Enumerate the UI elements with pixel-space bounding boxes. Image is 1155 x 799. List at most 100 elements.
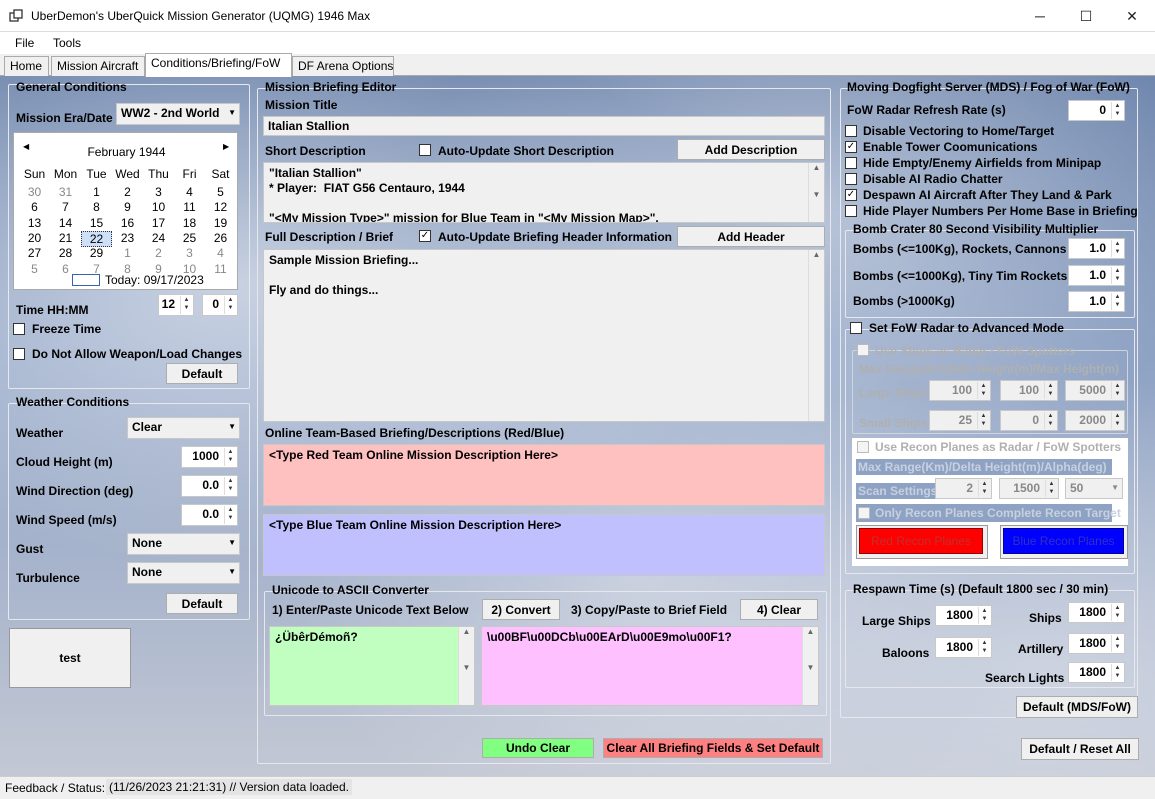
recon-radar-checkbox[interactable] xyxy=(857,441,869,453)
calendar-day[interactable]: 28 xyxy=(50,246,81,260)
full-description-scrollbar[interactable]: ▲ xyxy=(808,250,824,421)
auto-update-header-checkbox[interactable]: ✓ xyxy=(419,230,431,242)
scan-range-spinner[interactable]: 2 ▲ ▼ xyxy=(935,478,992,499)
tab-df-arena-options[interactable]: DF Arena Options xyxy=(292,56,394,76)
calendar-day[interactable]: 23 xyxy=(112,231,143,245)
spin-arrows-icon[interactable]: ▲ ▼ xyxy=(1111,382,1123,399)
maximize-button[interactable]: ☐ xyxy=(1063,0,1109,32)
scan-alpha-select[interactable]: 50 ▼ xyxy=(1065,478,1123,499)
tab-conditions-briefing-fow[interactable]: Conditions/Briefing/FoW xyxy=(145,53,292,77)
calendar-day[interactable]: 20 xyxy=(19,231,50,245)
spin-arrows-icon[interactable]: ▲ ▼ xyxy=(1111,412,1123,429)
ascii-output-scrollbar[interactable]: ▲ ▼ xyxy=(802,627,818,705)
calendar-day[interactable]: 24 xyxy=(143,231,174,245)
mds-option-checkbox[interactable]: ✓ xyxy=(845,189,857,201)
calendar-day[interactable]: 5 xyxy=(19,262,50,276)
tab-home[interactable]: Home xyxy=(4,56,49,76)
spin-arrows-icon[interactable]: ▲ ▼ xyxy=(1044,382,1056,399)
respawn-large-ships-spinner[interactable]: 1800 ▲ ▼ xyxy=(935,605,992,626)
calendar-day[interactable]: 11 xyxy=(174,200,205,214)
scan-delta-spinner[interactable]: 1500 ▲ ▼ xyxy=(999,478,1059,499)
calendar-day[interactable]: 1 xyxy=(81,185,112,199)
general-default-button[interactable]: Default xyxy=(166,363,238,384)
mds-option-checkbox[interactable] xyxy=(845,125,857,137)
spin-arrows-icon[interactable]: ▲ ▼ xyxy=(1111,240,1123,257)
calendar-day[interactable]: 10 xyxy=(143,200,174,214)
mission-title-input[interactable]: Italian Stallion xyxy=(263,116,825,136)
calendar-day[interactable]: 25 xyxy=(174,231,205,245)
spin-arrows-icon[interactable]: ▲ ▼ xyxy=(1045,480,1057,497)
small-ships-max-height[interactable]: 2000 ▲ ▼ xyxy=(1065,410,1125,431)
full-description-text[interactable]: Sample Mission Briefing... Fly and do th… xyxy=(263,249,825,422)
convert-button[interactable]: 2) Convert xyxy=(482,599,560,620)
calendar-day[interactable]: 3 xyxy=(143,185,174,199)
calendar-day[interactable]: 31 xyxy=(50,185,81,199)
spin-arrows-icon[interactable]: ▲ ▼ xyxy=(224,296,236,314)
calendar-day[interactable]: 5 xyxy=(205,185,236,199)
undo-clear-button[interactable]: Undo Clear xyxy=(482,738,594,758)
minute-spinner[interactable]: 0 ▲ ▼ xyxy=(202,294,238,316)
calendar-day[interactable]: 9 xyxy=(112,200,143,214)
close-button[interactable]: ✕ xyxy=(1109,0,1155,32)
mds-option-checkbox[interactable] xyxy=(845,157,857,169)
small-ships-range[interactable]: 25 ▲ ▼ xyxy=(929,410,991,431)
respawn-baloons-spinner[interactable]: 1800 ▲ ▼ xyxy=(935,637,992,658)
only-recon-checkbox[interactable] xyxy=(858,507,870,519)
calendar-day[interactable]: 16 xyxy=(112,216,143,230)
spin-arrows-icon[interactable]: ▲ ▼ xyxy=(1111,664,1123,681)
ships-radar-checkbox[interactable] xyxy=(857,344,869,356)
spin-arrows-icon[interactable]: ▲ ▼ xyxy=(977,382,989,399)
respawn-search-lights-spinner[interactable]: 1800 ▲ ▼ xyxy=(1068,662,1125,683)
short-description-text[interactable]: "Italian Stallion" * Player: FIAT G56 Ce… xyxy=(263,162,825,223)
wind-direction-spinner[interactable]: 0.0 ▲ ▼ xyxy=(181,475,238,497)
hour-spinner[interactable]: 12 ▲ ▼ xyxy=(158,294,194,316)
calendar-day[interactable]: 30 xyxy=(19,185,50,199)
clear-unicode-button[interactable]: 4) Clear xyxy=(740,599,818,620)
calendar-day[interactable]: 19 xyxy=(205,216,236,230)
calendar-day[interactable]: 21 xyxy=(50,231,81,245)
blue-recon-button[interactable]: Blue Recon Planes xyxy=(1003,528,1124,554)
clear-all-briefing-button[interactable]: Clear All Briefing Fields & Set Default xyxy=(603,738,823,758)
spin-arrows-icon[interactable]: ▲ ▼ xyxy=(180,296,192,314)
crater3-spinner[interactable]: 1.0 ▲ ▼ xyxy=(1068,291,1125,312)
radar-refresh-spinner[interactable]: 0 ▲ ▼ xyxy=(1068,100,1125,121)
calendar-day[interactable]: 17 xyxy=(143,216,174,230)
spin-arrows-icon[interactable]: ▲ ▼ xyxy=(224,477,236,495)
default-reset-all-button[interactable]: Default / Reset All xyxy=(1021,738,1139,760)
calendar-today[interactable]: Today: 09/17/2023 xyxy=(105,273,204,287)
calendar-day[interactable]: 2 xyxy=(143,246,174,260)
spin-arrows-icon[interactable]: ▲ ▼ xyxy=(1111,267,1123,284)
calendar-next-icon[interactable]: ▶ xyxy=(223,142,229,151)
freeze-time-checkbox[interactable] xyxy=(13,323,25,335)
add-description-button[interactable]: Add Description xyxy=(677,139,825,160)
calendar-day[interactable]: 27 xyxy=(19,246,50,260)
large-ships-min-height[interactable]: 100 ▲ ▼ xyxy=(1000,380,1058,401)
calendar-day[interactable]: 7 xyxy=(50,200,81,214)
blue-team-description[interactable]: <Type Blue Team Online Mission Descripti… xyxy=(263,514,825,576)
spin-arrows-icon[interactable]: ▲ ▼ xyxy=(1111,635,1123,652)
calendar-day[interactable]: 8 xyxy=(81,200,112,214)
respawn-artillery-spinner[interactable]: 1800 ▲ ▼ xyxy=(1068,633,1125,654)
spin-arrows-icon[interactable]: ▲ ▼ xyxy=(224,448,236,466)
unicode-input[interactable]: ¿ÜbêrDémoñ? xyxy=(269,626,475,706)
short-description-scrollbar[interactable]: ▲ ▼ xyxy=(808,163,824,222)
wind-speed-spinner[interactable]: 0.0 ▲ ▼ xyxy=(181,504,238,526)
calendar-day[interactable]: 12 xyxy=(205,200,236,214)
red-team-description[interactable]: <Type Red Team Online Mission Descriptio… xyxy=(263,444,825,506)
spin-arrows-icon[interactable]: ▲ ▼ xyxy=(978,639,990,656)
respawn-ships-spinner[interactable]: 1800 ▲ ▼ xyxy=(1068,602,1125,623)
calendar-day[interactable]: 29 xyxy=(81,246,112,260)
menu-tools[interactable]: Tools xyxy=(53,36,81,50)
calendar-day[interactable]: 6 xyxy=(19,200,50,214)
menu-file[interactable]: File xyxy=(15,36,34,50)
weather-select[interactable]: Clear ▼ xyxy=(127,417,240,439)
default-mds-button[interactable]: Default (MDS/FoW) xyxy=(1016,696,1138,718)
spin-arrows-icon[interactable]: ▲ ▼ xyxy=(1044,412,1056,429)
no-weapon-change-checkbox[interactable] xyxy=(13,348,25,360)
crater1-spinner[interactable]: 1.0 ▲ ▼ xyxy=(1068,238,1125,259)
calendar-day[interactable]: 4 xyxy=(174,185,205,199)
large-ships-range[interactable]: 100 ▲ ▼ xyxy=(929,380,991,401)
spin-arrows-icon[interactable]: ▲ ▼ xyxy=(1111,102,1123,119)
spin-arrows-icon[interactable]: ▲ ▼ xyxy=(1111,293,1123,310)
large-ships-max-height[interactable]: 5000 ▲ ▼ xyxy=(1065,380,1125,401)
